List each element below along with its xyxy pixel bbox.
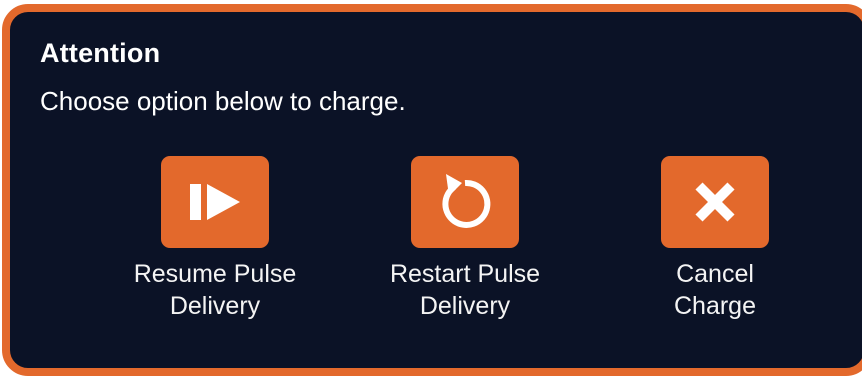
cancel-charge-label: Cancel Charge (674, 260, 756, 320)
resume-pulse-delivery-label: Resume Pulse Delivery (133, 260, 297, 320)
resume-pulse-delivery-option: Resume Pulse Delivery (105, 156, 325, 322)
dialog-title: Attention (40, 38, 161, 68)
cancel-charge-button[interactable] (661, 156, 769, 248)
resume-icon (190, 184, 240, 220)
resume-pulse-delivery-button[interactable] (161, 156, 269, 248)
attention-dialog: Attention Choose option below to charge.… (2, 4, 862, 376)
restart-pulse-delivery-label: Restart Pulse Delivery (389, 260, 541, 320)
restart-pulse-delivery-button[interactable] (411, 156, 519, 248)
close-icon (695, 182, 735, 222)
dialog-message: Choose option below to charge. (40, 86, 406, 116)
cancel-charge-option: Cancel Charge (605, 156, 825, 322)
restart-icon (442, 174, 491, 228)
restart-pulse-delivery-option: Restart Pulse Delivery (355, 156, 575, 322)
